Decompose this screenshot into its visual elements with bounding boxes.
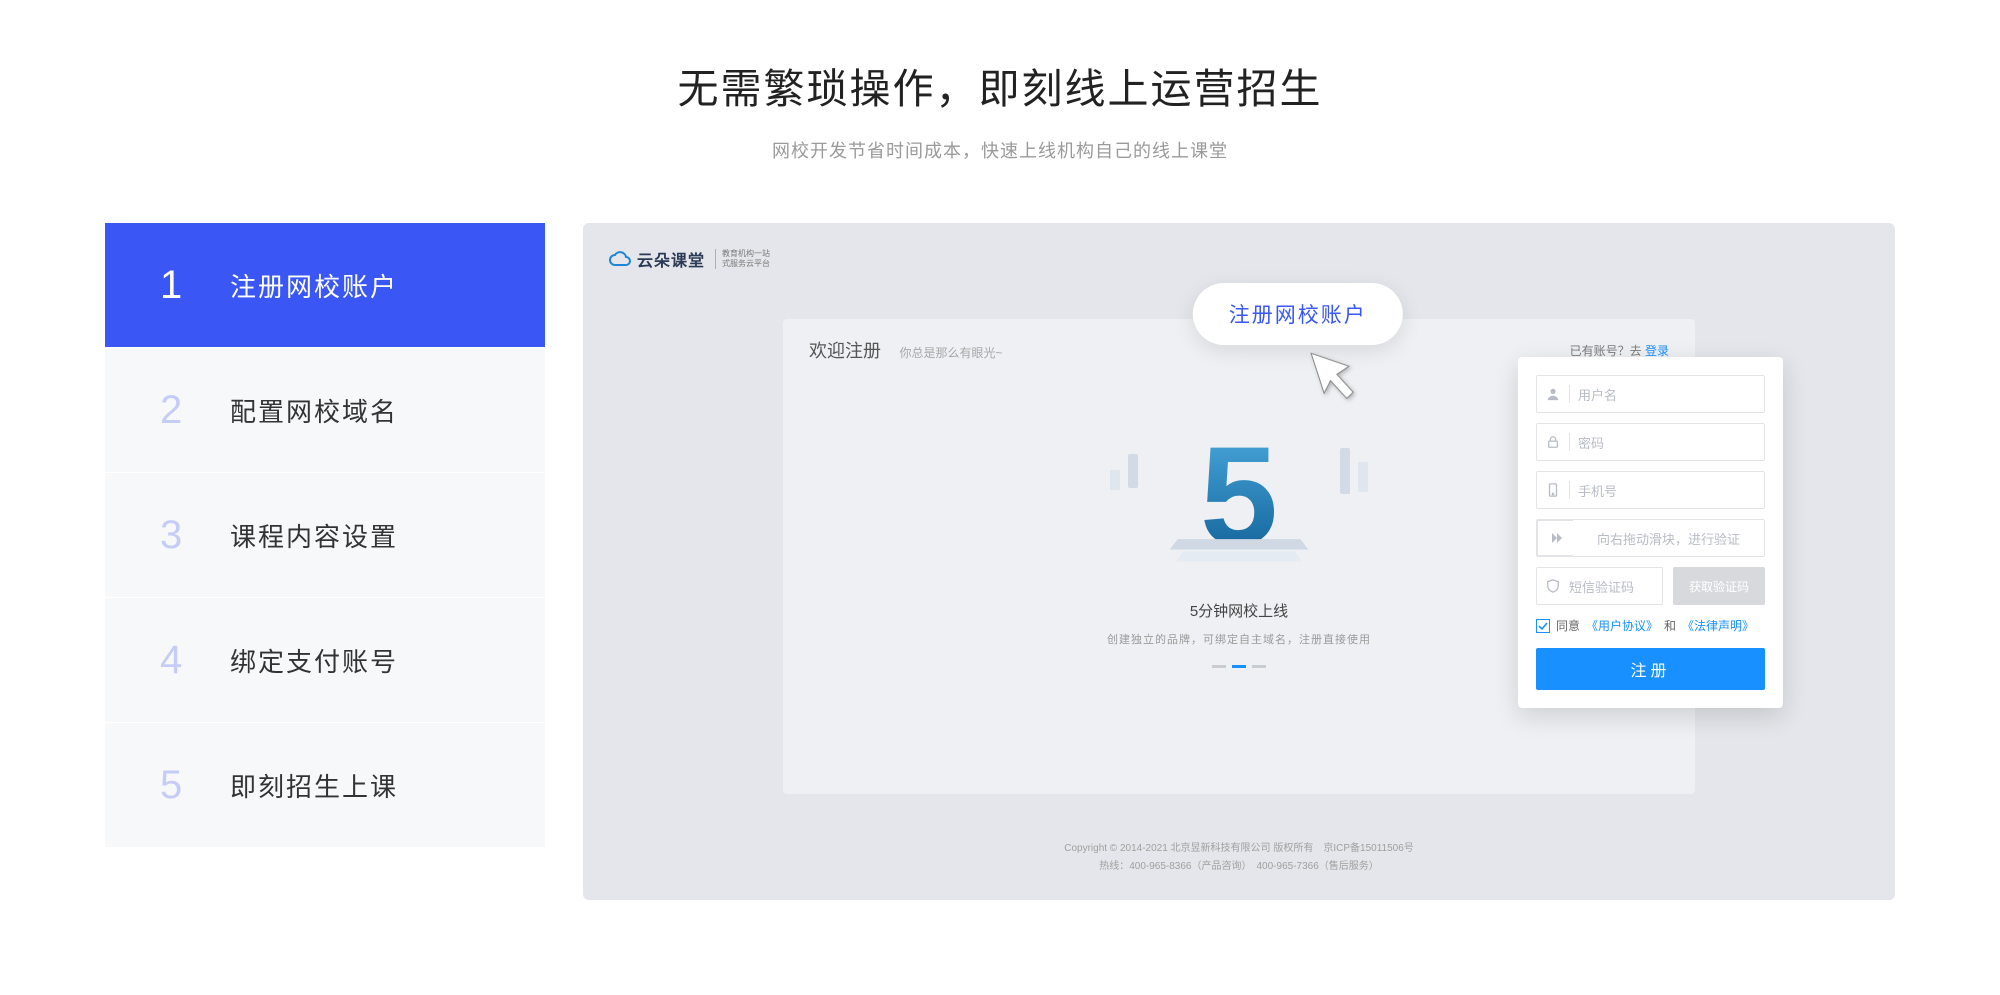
dot[interactable]	[1212, 665, 1226, 668]
welcome-title: 欢迎注册	[809, 341, 881, 361]
sms-code-field[interactable]: 短信验证码	[1536, 567, 1663, 605]
content-row: 1 注册网校账户 2 配置网校域名 3 课程内容设置 4 绑定支付账号 5 即刻…	[0, 163, 2000, 900]
step-number: 1	[160, 263, 230, 308]
agree-and: 和	[1664, 617, 1676, 634]
lock-icon	[1545, 434, 1561, 450]
page-title: 无需繁琐操作，即刻线上运营招生	[0, 55, 2000, 115]
username-field[interactable]: 用户名	[1536, 375, 1765, 413]
dot-active[interactable]	[1232, 665, 1246, 668]
agree-prefix: 同意	[1556, 617, 1580, 634]
welcome-slogan: 你总是那么有眼光~	[899, 346, 1002, 360]
step-number: 3	[160, 513, 230, 558]
step-item-payment[interactable]: 4 绑定支付账号	[105, 598, 545, 723]
step-number: 2	[160, 388, 230, 433]
step-item-domain[interactable]: 2 配置网校域名	[105, 348, 545, 473]
center-title: 5分钟网校上线	[1107, 600, 1371, 621]
password-placeholder: 密码	[1578, 433, 1604, 452]
register-submit-button[interactable]: 注册	[1536, 648, 1765, 690]
step-number: 4	[160, 638, 230, 683]
preview-panel: 云朵课堂 教育机构一站 式服务云平台 欢迎注册 你总是那么有眼光~ 已有账号？去…	[583, 223, 1895, 900]
step-label: 绑定支付账号	[230, 642, 398, 679]
slider-handle-icon[interactable]	[1537, 520, 1573, 556]
step-item-course[interactable]: 3 课程内容设置	[105, 473, 545, 598]
user-agreement-link[interactable]: 《用户协议》	[1586, 617, 1658, 634]
platform-icon	[1174, 536, 1304, 580]
login-link[interactable]: 登录	[1645, 344, 1669, 358]
preview-inner: 云朵课堂 教育机构一站 式服务云平台 欢迎注册 你总是那么有眼光~ 已有账号？去…	[609, 247, 1869, 876]
bar-deco-icon	[1128, 454, 1138, 488]
brand-name: 云朵课堂	[637, 247, 705, 271]
user-icon	[1545, 386, 1561, 402]
get-code-button[interactable]: 获取验证码	[1673, 567, 1765, 605]
step-label: 注册网校账户	[230, 267, 398, 304]
center-graphic: 5 5分钟网校上线 创建独立的品牌，可绑定自主域名，注册直接使用	[1107, 426, 1371, 668]
password-field[interactable]: 密码	[1536, 423, 1765, 461]
preview-footer: Copyright © 2014-2021 北京昱新科技有限公司 版权所有 京I…	[609, 840, 1869, 876]
agree-row: 同意 《用户协议》 和 《法律声明》	[1536, 617, 1765, 634]
cloud-icon	[609, 251, 631, 267]
shield-icon	[1545, 578, 1561, 594]
page-subtitle: 网校开发节省时间成本，快速上线机构自己的线上课堂	[0, 137, 2000, 163]
username-placeholder: 用户名	[1578, 385, 1617, 404]
copyright-line: Copyright © 2014-2021 北京昱新科技有限公司 版权所有 京I…	[609, 840, 1869, 858]
sms-code-placeholder: 短信验证码	[1569, 577, 1634, 596]
brand-logo: 云朵课堂 教育机构一站 式服务云平台	[609, 247, 770, 271]
register-form: 用户名 密码 手机号 向右拖动滑块，进行验证	[1518, 357, 1783, 708]
bar-deco-icon	[1358, 462, 1368, 492]
tooltip-bubble: 注册网校账户	[1193, 283, 1403, 345]
slider-captcha[interactable]: 向右拖动滑块，进行验证	[1536, 519, 1765, 557]
center-desc: 创建独立的品牌，可绑定自主域名，注册直接使用	[1107, 631, 1371, 647]
dot[interactable]	[1252, 665, 1266, 668]
step-number: 5	[160, 763, 230, 808]
agree-checkbox[interactable]	[1536, 619, 1550, 633]
already-account: 已有账号？去 登录	[1570, 342, 1669, 359]
bar-deco-icon	[1110, 470, 1120, 490]
slider-text: 向右拖动滑块，进行验证	[1581, 529, 1756, 548]
bar-deco-icon	[1340, 448, 1350, 494]
hotline-line: 热线：400-965-8366（产品咨询） 400-965-7366（售后服务）	[609, 858, 1869, 876]
brand-tagline: 教育机构一站 式服务云平台	[715, 249, 770, 270]
carousel-dots	[1107, 665, 1371, 668]
big-five-graphic: 5	[1174, 426, 1304, 556]
hero-header: 无需繁琐操作，即刻线上运营招生 网校开发节省时间成本，快速上线机构自己的线上课堂	[0, 0, 2000, 163]
phone-placeholder: 手机号	[1578, 481, 1617, 500]
step-label: 配置网校域名	[230, 392, 398, 429]
already-text: 已有账号？去	[1570, 344, 1642, 358]
step-item-register[interactable]: 1 注册网校账户	[105, 223, 545, 348]
steps-list: 1 注册网校账户 2 配置网校域名 3 课程内容设置 4 绑定支付账号 5 即刻…	[105, 223, 545, 900]
step-label: 即刻招生上课	[230, 767, 398, 804]
phone-field[interactable]: 手机号	[1536, 471, 1765, 509]
step-item-launch[interactable]: 5 即刻招生上课	[105, 723, 545, 848]
phone-icon	[1545, 482, 1561, 498]
step-label: 课程内容设置	[230, 517, 398, 554]
legal-statement-link[interactable]: 《法律声明》	[1682, 617, 1754, 634]
